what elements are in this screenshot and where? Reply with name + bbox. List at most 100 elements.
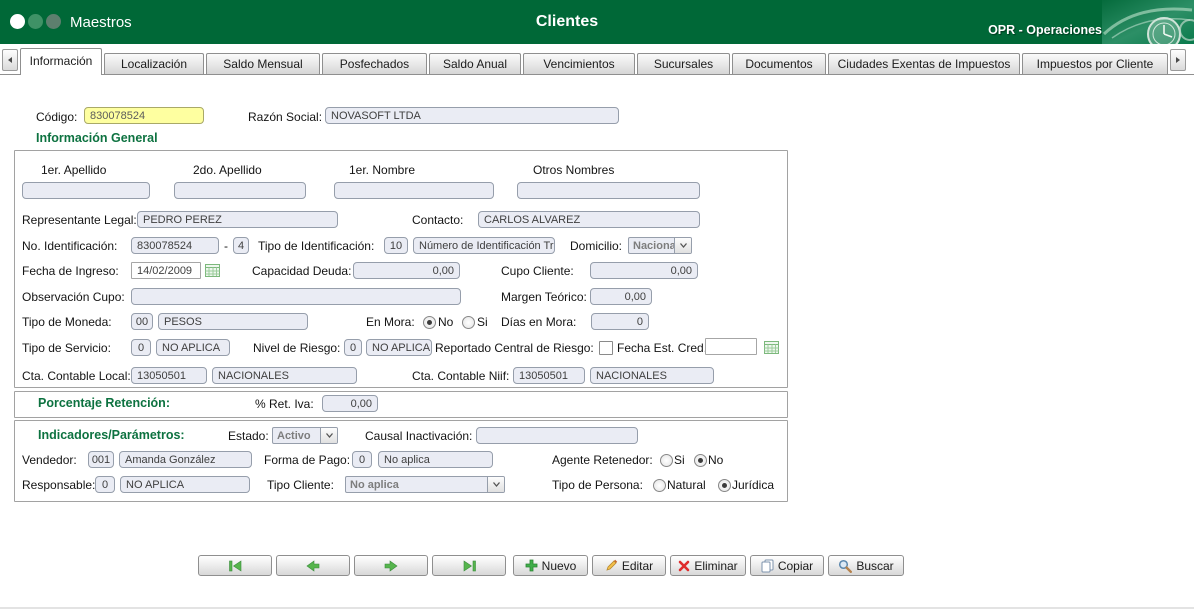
tipo-servicio-desc-field[interactable]: NO APLICA: [156, 339, 230, 356]
nuevo-button[interactable]: Nuevo: [513, 555, 588, 576]
tab-saldo-anual[interactable]: Saldo Anual: [429, 53, 521, 74]
cupo-cliente-field[interactable]: 0,00: [590, 262, 698, 279]
tipo-persona-juridica-label: Jurídica: [732, 478, 774, 492]
next-record-button[interactable]: [354, 555, 428, 576]
domicilio-dropdown-arrow-icon[interactable]: [674, 238, 691, 253]
en-mora-si-radio[interactable]: [462, 316, 475, 329]
otros-nombres-field[interactable]: [517, 182, 700, 199]
responsable-desc-field[interactable]: NO APLICA: [120, 476, 250, 493]
nivel-riesgo-code-field[interactable]: 0: [344, 339, 362, 356]
editar-button[interactable]: Editar: [592, 555, 666, 576]
last-record-button[interactable]: [432, 555, 506, 576]
codigo-field[interactable]: 830078524: [84, 107, 204, 124]
tipo-servicio-label: Tipo de Servicio:: [22, 341, 111, 355]
tab-strip: Información Localización Saldo Mensual P…: [0, 46, 1194, 75]
tab-localizacion[interactable]: Localización: [104, 53, 204, 74]
fecha-ingreso-calendar-icon[interactable]: [205, 263, 220, 277]
copiar-button[interactable]: Copiar: [750, 555, 824, 576]
agente-no-radio[interactable]: [694, 454, 707, 467]
tab-ciudades-exentas[interactable]: Ciudades Exentas de Impuestos: [828, 53, 1020, 74]
vendedor-code-field[interactable]: 001: [88, 451, 114, 468]
capacidad-deuda-field[interactable]: 0,00: [353, 262, 460, 279]
nombre1-label: 1er. Nombre: [349, 163, 415, 177]
agente-si-radio[interactable]: [660, 454, 673, 467]
info-general-title: Información General: [36, 131, 158, 145]
tab-documentos[interactable]: Documentos: [732, 53, 826, 74]
title-bar: Maestros Clientes OPR - Operaciones: [0, 0, 1194, 44]
tab-label: Ciudades Exentas de Impuestos: [838, 57, 1011, 71]
causal-inactivacion-field[interactable]: [476, 427, 638, 444]
digito-verificacion-field[interactable]: 4: [233, 237, 249, 254]
causal-inactivacion-label: Causal Inactivación:: [365, 429, 472, 443]
tipo-cliente-dropdown-arrow-icon[interactable]: [487, 477, 504, 492]
tipo-identificacion-code-field[interactable]: 10: [384, 237, 408, 254]
otros-nombres-label: Otros Nombres: [533, 163, 614, 177]
fecha-ingreso-field[interactable]: 14/02/2009: [131, 262, 201, 279]
tipo-moneda-desc-field[interactable]: PESOS: [158, 313, 308, 330]
no-identificacion-field[interactable]: 830078524: [131, 237, 219, 254]
first-record-button[interactable]: [198, 555, 272, 576]
tab-informacion[interactable]: Información: [20, 48, 102, 75]
tab-label: Impuestos por Cliente: [1037, 57, 1154, 71]
fecha-est-cred-calendar-icon[interactable]: [764, 340, 779, 354]
tipo-servicio-code-field[interactable]: 0: [131, 339, 151, 356]
responsable-code-field[interactable]: 0: [95, 476, 115, 493]
buscar-button[interactable]: Buscar: [828, 555, 904, 576]
fecha-est-cred-field[interactable]: [705, 338, 757, 355]
tab-scroll-right-button[interactable]: [1170, 49, 1186, 71]
reportado-central-checkbox[interactable]: [599, 341, 613, 355]
cta-local-code-field[interactable]: 13050501: [131, 367, 207, 384]
razon-social-field[interactable]: NOVASOFT LTDA: [325, 107, 619, 124]
vendedor-desc-field[interactable]: Amanda González: [119, 451, 252, 468]
responsable-label: Responsable:: [22, 478, 95, 492]
previous-record-button[interactable]: [276, 555, 350, 576]
cta-local-desc-field[interactable]: NACIONALES: [212, 367, 357, 384]
tab-posfechados[interactable]: Posfechados: [322, 53, 427, 74]
razon-social-label: Razón Social:: [248, 110, 322, 124]
estado-select[interactable]: Activo: [272, 427, 338, 444]
scroll-left-icon: [7, 56, 13, 64]
tab-vencimientos[interactable]: Vencimientos: [523, 53, 635, 74]
tipo-persona-label: Tipo de Persona:: [552, 478, 643, 492]
tab-sucursales[interactable]: Sucursales: [637, 53, 730, 74]
operator-label: OPR - Operaciones: [988, 23, 1102, 37]
rep-legal-field[interactable]: PEDRO PEREZ: [137, 211, 338, 228]
ret-iva-field[interactable]: 0,00: [322, 395, 378, 412]
dias-mora-field[interactable]: 0: [591, 313, 649, 330]
contacto-field[interactable]: CARLOS ALVAREZ: [478, 211, 700, 228]
observacion-cupo-field[interactable]: [131, 288, 461, 305]
forma-pago-code-field[interactable]: 0: [352, 451, 372, 468]
tipo-cliente-select[interactable]: No aplica: [345, 476, 505, 493]
estado-dropdown-arrow-icon[interactable]: [320, 428, 337, 443]
nuevo-label: Nuevo: [542, 559, 577, 573]
forma-pago-label: Forma de Pago:: [264, 453, 350, 467]
eliminar-label: Eliminar: [694, 559, 737, 573]
tab-scroll-left-button[interactable]: [2, 49, 18, 71]
tipo-moneda-code-field[interactable]: 00: [131, 313, 153, 330]
tipo-persona-natural-radio[interactable]: [653, 479, 666, 492]
tipo-identificacion-desc-field[interactable]: Número de Identificación Tribu: [413, 237, 555, 254]
copiar-label: Copiar: [778, 559, 813, 573]
buscar-label: Buscar: [856, 559, 893, 573]
apellido1-field[interactable]: [22, 182, 150, 199]
tab-label: Información: [30, 54, 93, 68]
forma-pago-desc-field[interactable]: No aplica: [378, 451, 493, 468]
cta-niif-desc-field[interactable]: NACIONALES: [590, 367, 714, 384]
apellido2-field[interactable]: [174, 182, 306, 199]
tab-impuestos-por-cliente[interactable]: Impuestos por Cliente: [1022, 53, 1168, 74]
eliminar-button[interactable]: Eliminar: [670, 555, 746, 576]
tab-label: Posfechados: [340, 57, 409, 71]
copy-icon: [761, 559, 774, 573]
cta-niif-code-field[interactable]: 13050501: [513, 367, 585, 384]
nivel-riesgo-desc-field[interactable]: NO APLICA: [366, 339, 432, 356]
nombre1-field[interactable]: [334, 182, 494, 199]
tab-label: Saldo Mensual: [223, 57, 302, 71]
domicilio-select[interactable]: Nacional: [628, 237, 692, 254]
tipo-persona-juridica-radio[interactable]: [718, 479, 731, 492]
en-mora-no-radio[interactable]: [423, 316, 436, 329]
domicilio-label: Domicilio:: [570, 239, 622, 253]
identificacion-separator: -: [224, 239, 228, 253]
tab-saldo-mensual[interactable]: Saldo Mensual: [206, 53, 320, 74]
margen-teorico-field[interactable]: 0,00: [590, 288, 652, 305]
tab-label: Saldo Anual: [443, 57, 507, 71]
